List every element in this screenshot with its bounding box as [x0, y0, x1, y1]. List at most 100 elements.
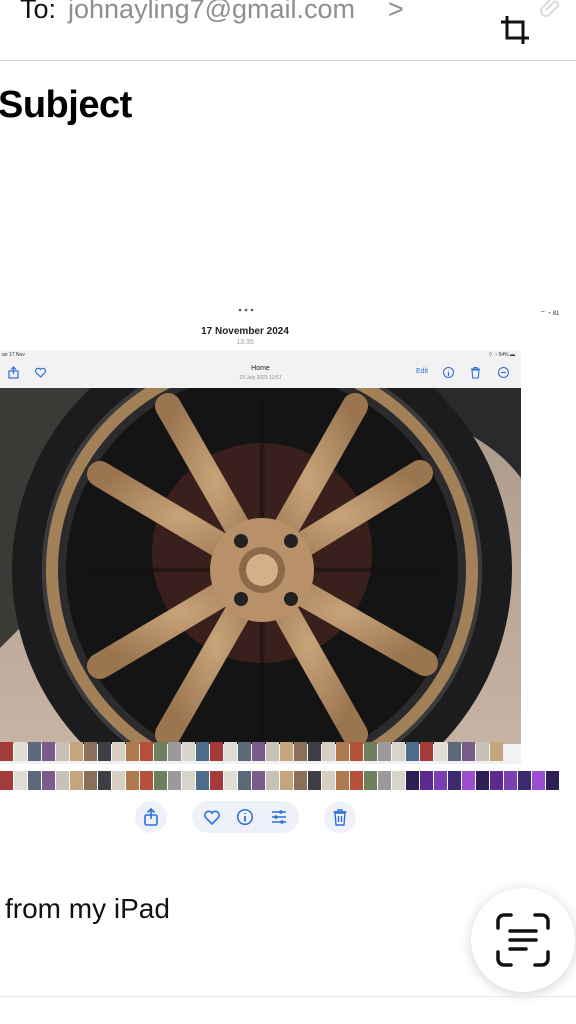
- thumbnail: [364, 742, 377, 761]
- thumbnail: [84, 742, 97, 761]
- to-label: To:: [20, 0, 57, 24]
- thumbnail: [294, 742, 307, 761]
- live-text-scan-button[interactable]: [471, 888, 575, 992]
- thumbnail: [112, 742, 125, 761]
- thumbnail: [0, 771, 13, 790]
- thumbnail: [98, 742, 111, 761]
- thumbnail: [504, 771, 517, 790]
- signature-text[interactable]: from my iPad: [5, 893, 170, 925]
- thumbnail: [210, 742, 223, 761]
- chevron-right-icon[interactable]: >: [388, 0, 404, 25]
- share-icon: [144, 808, 158, 826]
- thumbnail: [266, 771, 279, 790]
- ipad-status-bar: an 17 Nov ⌔ ◔ 54% ▬: [0, 350, 521, 362]
- thumbnail: [14, 771, 27, 790]
- thumbnail: [84, 771, 97, 790]
- thumbnail: [168, 742, 181, 761]
- ipad-edit-button: Edit: [416, 368, 429, 375]
- thumbnail: [210, 771, 223, 790]
- thumbnail: [280, 742, 293, 761]
- ipad-status-right: ⌔ ◔ 54% ▬: [488, 352, 515, 358]
- thumbnail: [140, 771, 153, 790]
- thumbnail: [448, 742, 461, 761]
- thumbnail: [420, 771, 433, 790]
- thumbnail: [126, 771, 139, 790]
- thumbnail: [0, 742, 13, 761]
- thumbnail: [28, 771, 41, 790]
- thumbnail: [42, 742, 55, 761]
- thumbnail: [462, 742, 475, 761]
- trash-icon: [471, 366, 480, 379]
- thumbnail: [280, 771, 293, 790]
- to-field-row[interactable]: To: johnayling7@gmail.com >: [0, 0, 576, 61]
- thumbnail: [238, 771, 251, 790]
- ipad-status-left: an 17 Nov: [2, 352, 25, 358]
- thumbnail: [378, 771, 391, 790]
- thumbnail: [462, 771, 475, 790]
- thumbnail: [406, 771, 419, 790]
- thumbnail: [70, 742, 83, 761]
- thumbnail: [182, 771, 195, 790]
- thumbnail: [322, 771, 335, 790]
- thumbnail: [350, 771, 363, 790]
- grabber-dots: [238, 308, 254, 312]
- thumbnail: [154, 771, 167, 790]
- info-icon: [236, 808, 254, 826]
- paperclip-icon[interactable]: [540, 0, 562, 18]
- thumbnail: [406, 742, 419, 761]
- thumbnail: [392, 742, 405, 761]
- thumbnail: [350, 742, 363, 761]
- thumbnail: [434, 771, 447, 790]
- thumbnail: [364, 771, 377, 790]
- thumbnail: [518, 771, 531, 790]
- thumbnail: [196, 771, 209, 790]
- thumbnail: [434, 742, 447, 761]
- screenshot-date: 17 November 2024: [201, 326, 289, 337]
- thumbnail: [154, 742, 167, 761]
- thumbnail: [252, 771, 265, 790]
- thumbnail: [168, 771, 181, 790]
- thumbnail: [308, 771, 321, 790]
- to-recipient[interactable]: johnayling7@gmail.com: [68, 0, 355, 25]
- thumbnail: [56, 742, 69, 761]
- crop-icon[interactable]: [495, 10, 535, 50]
- thumbnail: [182, 742, 195, 761]
- thumbnail: [28, 742, 41, 761]
- thumbnail: [224, 771, 237, 790]
- thumbnail: [336, 742, 349, 761]
- heart-icon: [204, 810, 220, 826]
- thumbnail: [476, 771, 489, 790]
- thumbnail: [420, 742, 433, 761]
- thumbnail: [14, 742, 27, 761]
- subject-field[interactable]: Subject: [0, 84, 132, 127]
- thumbnail: [196, 742, 209, 761]
- ipad-nav-bar: Home 23 July 2023 12:57 Edit: [0, 362, 521, 388]
- thumbnail: [378, 742, 391, 761]
- thumbnail: [42, 771, 55, 790]
- thumbnail: [490, 742, 503, 761]
- thumbnail-strip: [0, 769, 576, 791]
- ipad-thumbnail-strip: [0, 740, 521, 764]
- thumbnail: [98, 771, 111, 790]
- attached-screenshot[interactable]: ⌔ ◔ 81 17 November 2024 13:35 an 17 Nov …: [0, 300, 576, 840]
- thumbnail: [308, 742, 321, 761]
- live-text-scan-icon: [496, 913, 550, 967]
- thumbnail: [294, 771, 307, 790]
- more-icon: [497, 366, 510, 379]
- ipad-photos-view: an 17 Nov ⌔ ◔ 54% ▬ Home 23 July 2023 12…: [0, 350, 521, 764]
- thumbnail: [392, 771, 405, 790]
- bottom-divider: [0, 996, 576, 997]
- thumbnail: [126, 742, 139, 761]
- status-indicators: ⌔ ◔ 81: [540, 311, 560, 317]
- thumbnail: [70, 771, 83, 790]
- thumbnail: [448, 771, 461, 790]
- thumbnail: [476, 742, 489, 761]
- thumbnail: [112, 771, 125, 790]
- thumbnail: [238, 742, 251, 761]
- thumbnail: [490, 771, 503, 790]
- screenshot-time: 13:35: [236, 339, 254, 346]
- thumbnail: [266, 742, 279, 761]
- thumbnail: [56, 771, 69, 790]
- share-button: [135, 801, 167, 833]
- thumbnail: [546, 771, 559, 790]
